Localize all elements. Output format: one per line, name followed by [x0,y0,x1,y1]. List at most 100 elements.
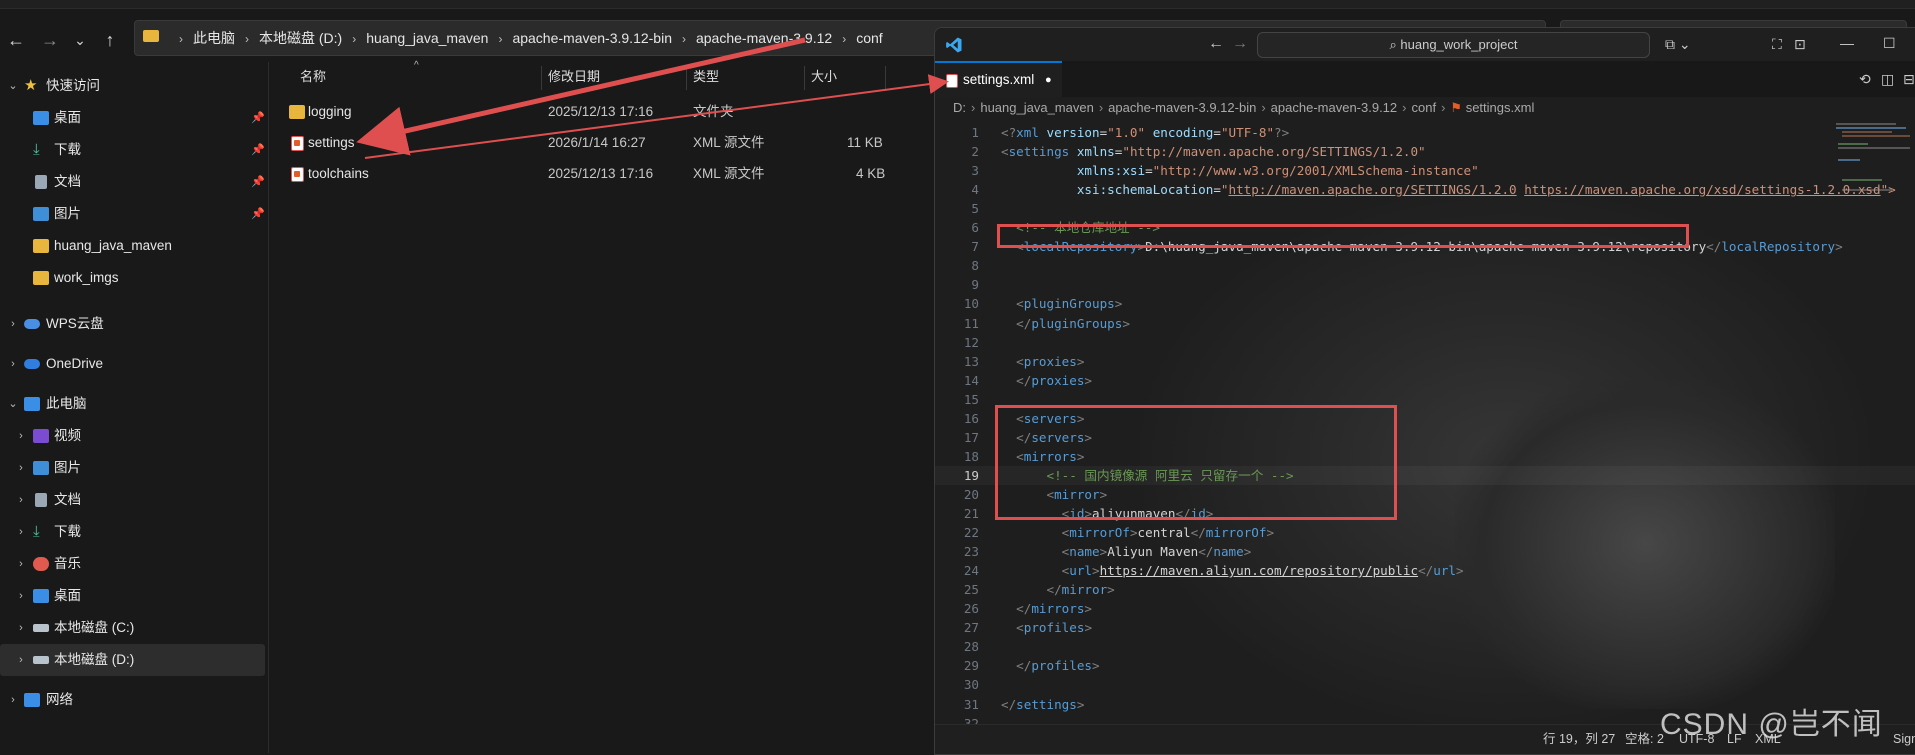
sidebar-item-music[interactable]: › 音乐 [0,548,265,580]
sidebar-item-downloads[interactable]: ⤓ 下载 📌 [0,134,265,166]
timeline-icon[interactable]: ⟲ [1859,69,1871,89]
sidebar-item-desktop[interactable]: 桌面 📌 [0,102,265,134]
code-line: 23 <name>Aliyun Maven</name> [935,542,1915,561]
copilot-icon[interactable]: ⧉ ⌄ [1665,34,1691,54]
code-line: 13 <proxies> [935,352,1915,371]
code-token[interactable]: https://maven.apache.org/xsd/settings-1.… [1524,182,1880,197]
breadcrumb-item[interactable]: apache-maven-3.9.12 [1271,100,1397,115]
file-size: 11 KB [847,135,883,150]
breadcrumb-item[interactable]: huang_java_maven [980,100,1093,115]
pin-icon[interactable]: 📌 [251,134,265,166]
vscode-window: ← → ⌕ huang_work_project ⧉ ⌄ ⛶ ⊡ — ☐ set… [934,27,1915,755]
cloud-icon [24,319,40,329]
sidebar-item-drive-d[interactable]: › 本地磁盘 (D:) [0,644,265,676]
code-line: 4 xsi:schemaLocation="http://maven.apach… [935,180,1915,199]
breadcrumb-item[interactable]: 此电脑 [193,30,235,46]
back-arrow-icon[interactable]: ← [4,28,28,52]
file-date: 2025/12/13 17:16 [548,104,654,119]
sidebar-item-label: 网络 [46,692,73,707]
pin-icon[interactable]: 📌 [251,198,265,230]
sidebar-item-quick-access[interactable]: ⌄ ★ 快速访问 [0,70,265,102]
file-row-logging[interactable]: logging 2025/12/13 17:16 文件夹 [280,97,940,127]
sidebar-item-wps-cloud[interactable]: › WPS云盘 [0,308,265,340]
code-token: > [1129,525,1138,541]
line-content: <url>https://maven.aliyun.com/repository… [1001,561,1464,580]
sidebar-item-downloads-pc[interactable]: › ⤓ 下载 [0,516,265,548]
recent-locations-chevron-icon[interactable]: ⌄ [68,28,92,52]
column-header-size[interactable]: 大小 [811,62,837,92]
code-token: < [1016,296,1024,312]
pin-icon[interactable]: 📌 [251,102,265,134]
sidebar-item-videos[interactable]: › 视频 [0,420,265,452]
sidebar-item-documents-pc[interactable]: › 文档 [0,484,265,516]
sidebar-item-huang-java-maven[interactable]: huang_java_maven [0,230,265,262]
forward-arrow-icon[interactable]: → [1232,34,1248,54]
minimize-icon[interactable]: — [1840,33,1854,53]
breadcrumb-item[interactable]: apache-maven-3.9.12-bin [512,30,672,46]
line-number: 9 [971,277,979,293]
column-header-date[interactable]: 修改日期 [548,62,600,92]
picture-icon [33,461,49,475]
code-token: xmlns [1069,144,1115,160]
code-token[interactable]: http://maven.apache.org/SETTINGS/1.2.0 [1229,182,1517,197]
breadcrumb-item[interactable]: D: [953,100,966,115]
code-token: </ [1016,601,1032,617]
file-row-settings[interactable]: settings 2026/1/14 16:27 XML 源文件 11 KB [280,128,940,158]
breadcrumb-item[interactable]: apache-maven-3.9.12 [696,30,832,46]
line-number: 6 [971,220,979,236]
column-separator[interactable] [885,66,886,90]
sidebar-item-documents[interactable]: 文档 📌 [0,166,265,198]
sign-in-status[interactable]: Sign [1893,725,1915,753]
breadcrumb-item[interactable]: 本地磁盘 (D:) [259,30,342,46]
split-editor-icon[interactable]: ◫ [1881,69,1894,89]
breadcrumb-item[interactable]: huang_java_maven [366,30,488,46]
code-line: 30 [935,675,1915,694]
command-center-search[interactable]: ⌕ huang_work_project [1257,32,1650,58]
folder-icon [143,30,159,42]
sidebar-item-this-pc[interactable]: ⌄ 此电脑 [0,388,265,420]
tab-settings-xml[interactable]: settings.xml ● [935,61,1062,97]
indentation[interactable]: 空格: 2 [1625,725,1664,753]
code-token: > [1122,315,1130,331]
line-content: </pluginGroups> [1001,314,1130,333]
sidebar-item-drive-c[interactable]: › 本地磁盘 (C:) [0,612,265,644]
layout-icon[interactable]: ⛶ [1772,34,1782,54]
sidebar-item-onedrive[interactable]: › OneDrive [0,348,265,380]
sidebar-item-network[interactable]: › 网络 [0,684,265,716]
breadcrumb-item[interactable]: conf [856,30,882,46]
code-token: "1.0" [1107,125,1146,140]
forward-arrow-icon[interactable]: → [38,28,62,52]
breadcrumb-item[interactable]: conf [1412,100,1437,115]
unsaved-dot-icon[interactable]: ● [1045,63,1052,97]
code-token: </ [1016,658,1032,674]
line-content: <proxies> [1001,352,1084,371]
column-header-name[interactable]: 名称 [300,62,326,92]
code-token: > [1076,353,1085,369]
breadcrumb-item[interactable]: apache-maven-3.9.12-bin [1108,100,1256,115]
column-separator[interactable] [686,66,687,90]
line-content: <profiles> [1001,618,1092,637]
column-header-type[interactable]: 类型 [693,62,719,92]
sidebar-item-desktop-pc[interactable]: › 桌面 [0,580,265,612]
code-token: encoding [1145,125,1214,140]
code-editor[interactable]: 1 <?xml version="1.0" encoding="UTF-8"?> 2… [935,119,1915,724]
cursor-position[interactable]: 行 19，列 27 [1543,725,1615,753]
column-separator[interactable] [541,66,542,90]
pane-divider[interactable] [268,62,269,753]
more-actions-icon[interactable]: ⊟ [1903,69,1915,89]
sidebar-item-work-imgs[interactable]: work_imgs [0,262,265,294]
sidebar-item-pictures[interactable]: 图片 📌 [0,198,265,230]
code-token: localRepository [1721,239,1836,255]
file-row-toolchains[interactable]: toolchains 2025/12/13 17:16 XML 源文件 4 KB [280,159,940,189]
column-separator[interactable] [804,66,805,90]
panel-toggle-icon[interactable]: ⊡ [1794,34,1806,54]
maximize-icon[interactable]: ☐ [1883,33,1896,53]
breadcrumb-item[interactable]: settings.xml [1466,100,1535,115]
code-token: > [1092,563,1100,579]
sidebar-item-pictures-pc[interactable]: › 图片 [0,452,265,484]
back-arrow-icon[interactable]: ← [1208,34,1224,54]
computer-icon [24,397,40,411]
pin-icon[interactable]: 📌 [251,166,265,198]
up-arrow-icon[interactable]: ↑ [98,28,122,52]
code-token[interactable]: https://maven.aliyun.com/repository/publ… [1100,563,1418,578]
